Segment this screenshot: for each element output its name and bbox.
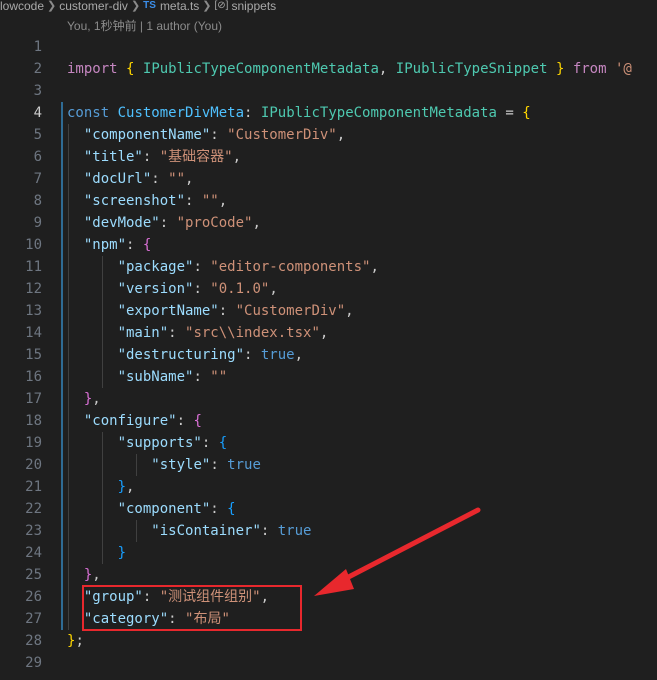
code-line: 7 "docUrl": "", (33, 171, 194, 187)
codelens-blame[interactable]: You, 1秒钟前 | 1 author (You) (67, 17, 222, 35)
code-line: 4 const CustomerDivMeta: IPublicTypeCompo… (33, 105, 531, 121)
code-line: 24 } (25, 545, 127, 561)
breadcrumb-folder[interactable]: customer-div (59, 0, 128, 12)
code-line: 25 }, (25, 567, 101, 583)
code-line: 17 }, (25, 391, 101, 407)
annotation-highlight-box (82, 585, 302, 631)
code-line: 23 "isContainer": true (25, 523, 312, 539)
code-line: 2 import { IPublicTypeComponentMetadata, … (33, 61, 632, 77)
code-line: 13 "exportName": "CustomerDiv", (25, 303, 354, 319)
chevron-right-icon: ❯ (202, 0, 212, 12)
code-line: 3 (33, 83, 42, 99)
code-line: 29 (25, 655, 42, 671)
code-line: 11 "package": "editor-components", (25, 259, 379, 275)
code-line: 28}; (25, 633, 84, 649)
symbol-variable-icon: [⊘] (214, 0, 229, 11)
breadcrumb: lowcode ❯ customer-div ❯ TS meta.ts ❯ [⊘] snippe… (0, 0, 657, 14)
code-line: 15 "destructuring": true, (25, 347, 304, 363)
chevron-right-icon: ❯ (47, 0, 57, 12)
code-line: 21 }, (25, 479, 135, 495)
code-line: 16 "subName": "" (25, 369, 228, 385)
code-line: 6 "title": "基础容器", (33, 149, 242, 165)
code-line: 22 "component": { (25, 501, 236, 517)
breadcrumb-file[interactable]: meta.ts (160, 0, 199, 12)
code-line: 20 "style": true (25, 457, 261, 473)
code-editor[interactable]: 1 2 import { IPublicTypeComponentMetadata… (0, 36, 657, 674)
breadcrumb-root[interactable]: lowcode (0, 0, 44, 12)
code-line: 10 "npm": { (25, 237, 152, 253)
typescript-file-icon: TS (143, 0, 156, 11)
code-line: 19 "supports": { (25, 435, 228, 451)
code-line: 1 (33, 39, 42, 55)
code-line: 9 "devMode": "proCode", (33, 215, 261, 231)
code-line: 18 "configure": { (25, 413, 202, 429)
code-line: 8 "screenshot": "", (33, 193, 228, 209)
chevron-right-icon: ❯ (130, 0, 141, 12)
code-line: 12 "version": "0.1.0", (25, 281, 278, 297)
code-line: 5 "componentName": "CustomerDiv", (33, 127, 346, 143)
code-line: 14 "main": "src\\index.tsx", (25, 325, 329, 341)
breadcrumb-symbol[interactable]: snippets (231, 0, 276, 12)
